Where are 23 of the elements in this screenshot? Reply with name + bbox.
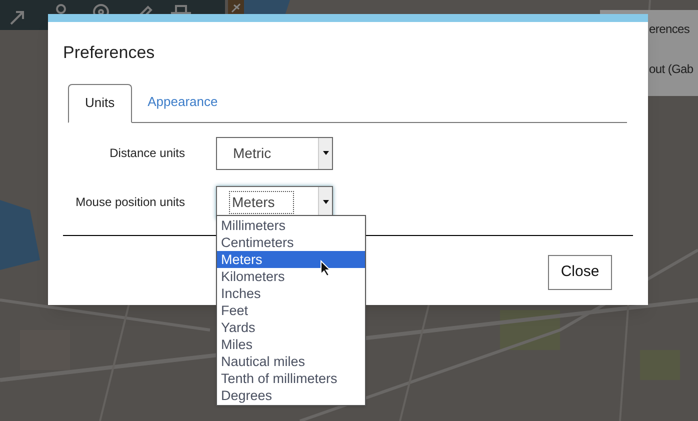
dropdown-option[interactable]: Meters bbox=[217, 251, 365, 268]
dialog-title: Preferences bbox=[63, 42, 155, 64]
dropdown-option[interactable]: Inches bbox=[217, 285, 365, 302]
close-button[interactable]: Close bbox=[548, 254, 612, 290]
cursor-icon bbox=[320, 260, 331, 277]
dropdown-option[interactable]: Feet bbox=[217, 302, 365, 319]
tab[interactable]: Units bbox=[68, 84, 132, 122]
select-field[interactable]: Metric bbox=[216, 136, 333, 170]
caret-icon bbox=[322, 151, 328, 155]
panel-item: out (Gab bbox=[649, 61, 694, 78]
dropdown-option[interactable]: Miles bbox=[217, 336, 365, 353]
dropdown-option[interactable]: Kilometers bbox=[217, 268, 365, 285]
dropdown-option[interactable]: Tenth of millimeters bbox=[217, 370, 365, 387]
dropdown-option[interactable]: Yards bbox=[217, 319, 365, 336]
panel-item: erences bbox=[649, 21, 690, 38]
field-label: Distance units bbox=[108, 145, 185, 162]
caret-icon bbox=[322, 200, 328, 204]
dropdown-option[interactable]: Nautical miles bbox=[217, 353, 365, 370]
dropdown-option[interactable]: Millimeters bbox=[217, 217, 365, 234]
dropdown-option[interactable]: Centimeters bbox=[217, 234, 365, 251]
field-label: Mouse position units bbox=[74, 194, 185, 211]
tab[interactable]: Appearance bbox=[132, 82, 234, 122]
dropdown-option[interactable]: Degrees bbox=[217, 387, 365, 404]
